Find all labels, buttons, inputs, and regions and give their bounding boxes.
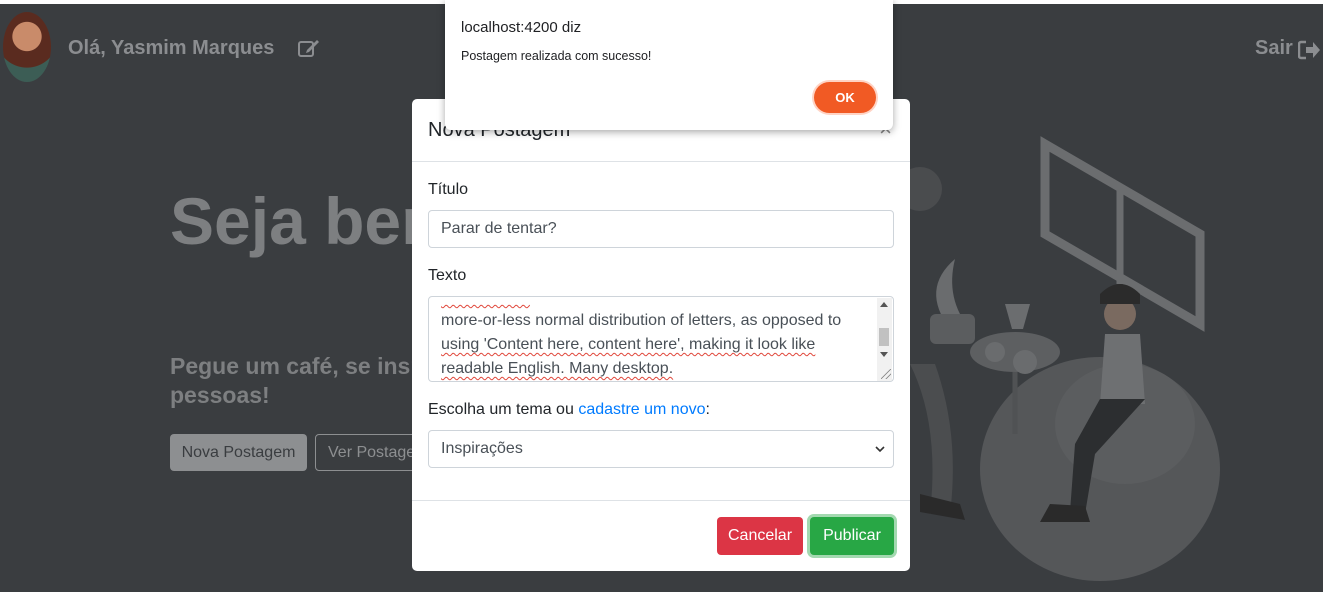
- text-line: using 'Content here, content here', maki…: [441, 336, 816, 353]
- theme-label: Escolha um tema ou cadastre um novo:: [428, 401, 710, 419]
- scroll-down-arrow-icon[interactable]: [880, 352, 888, 357]
- new-post-button-background[interactable]: Nova Postagem: [170, 434, 307, 471]
- title-label: Título: [428, 181, 469, 198]
- text-label: Texto: [428, 267, 467, 284]
- chevron-down-icon: [875, 446, 885, 453]
- browser-alert-dialog: localhost:4200 diz Postagem realizada co…: [445, 0, 893, 130]
- modal-footer: Cancelar Publicar: [412, 500, 910, 572]
- theme-selected-value: Inspirações: [441, 440, 523, 457]
- text-textarea[interactable]: more-or-less normal distribution of lett…: [428, 296, 894, 382]
- user-greeting: Olá, Yasmim Marques: [68, 37, 275, 59]
- text-line: more-or-less normal distribution of lett…: [441, 312, 842, 329]
- theme-select[interactable]: Inspirações: [428, 430, 894, 468]
- theme-label-prefix: Escolha um tema ou: [428, 401, 574, 418]
- cancel-button[interactable]: Cancelar: [717, 517, 803, 555]
- alert-title: localhost:4200 diz: [461, 19, 582, 36]
- avatar: [3, 12, 51, 82]
- alert-message: Postagem realizada com sucesso!: [461, 49, 652, 63]
- resize-grip-icon[interactable]: [881, 369, 891, 379]
- new-post-modal: Nova Postagem × Título Parar de tentar? …: [412, 99, 910, 571]
- register-theme-link[interactable]: cadastre um novo: [578, 401, 705, 418]
- scroll-up-arrow-icon[interactable]: [880, 302, 888, 307]
- text-line: readable English. Many desktop.: [441, 360, 674, 377]
- coffee-illustration: [900, 136, 1220, 581]
- logout-icon[interactable]: [1298, 40, 1320, 60]
- alert-ok-button[interactable]: OK: [814, 82, 876, 113]
- logout-link[interactable]: Sair: [1255, 37, 1293, 60]
- scroll-thumb[interactable]: [879, 328, 889, 346]
- edit-icon[interactable]: [298, 38, 320, 58]
- title-input[interactable]: Parar de tentar?: [428, 210, 894, 248]
- theme-label-suffix: :: [705, 401, 710, 418]
- publish-button[interactable]: Publicar: [810, 517, 894, 555]
